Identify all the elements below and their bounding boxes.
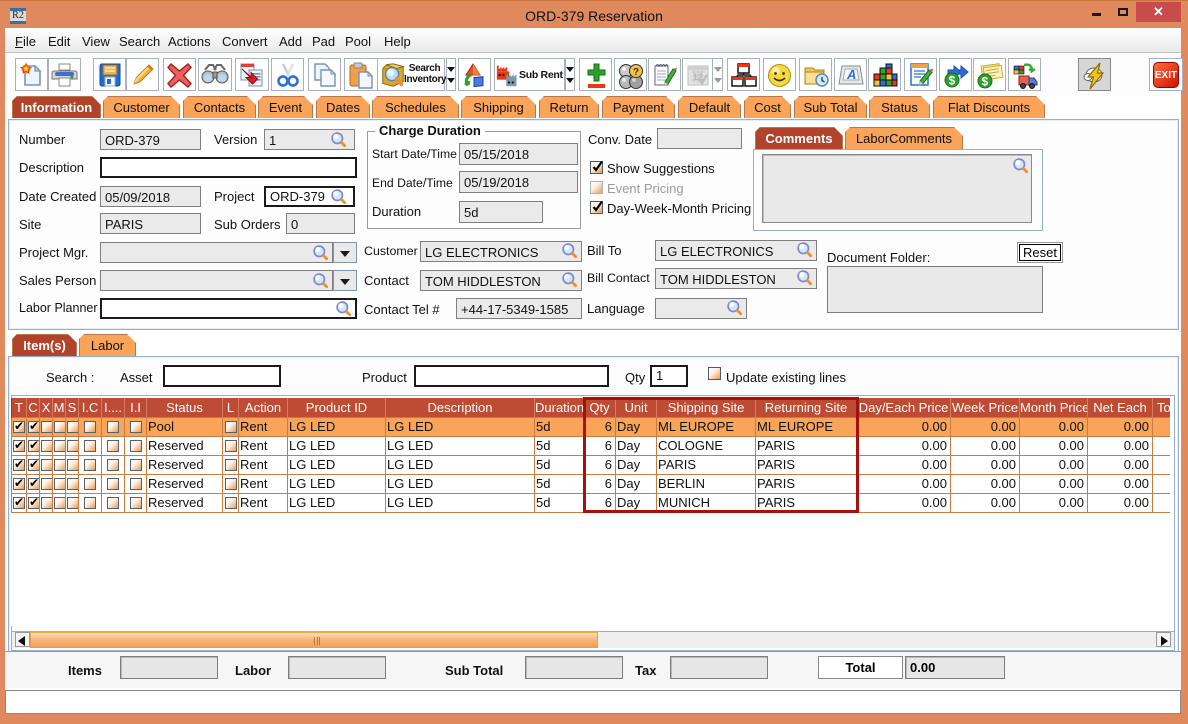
svg-text:?: ?: [633, 67, 639, 78]
svg-text:$: $: [948, 74, 955, 88]
svg-text:A: A: [846, 67, 856, 82]
svg-text:$: $: [981, 75, 988, 89]
